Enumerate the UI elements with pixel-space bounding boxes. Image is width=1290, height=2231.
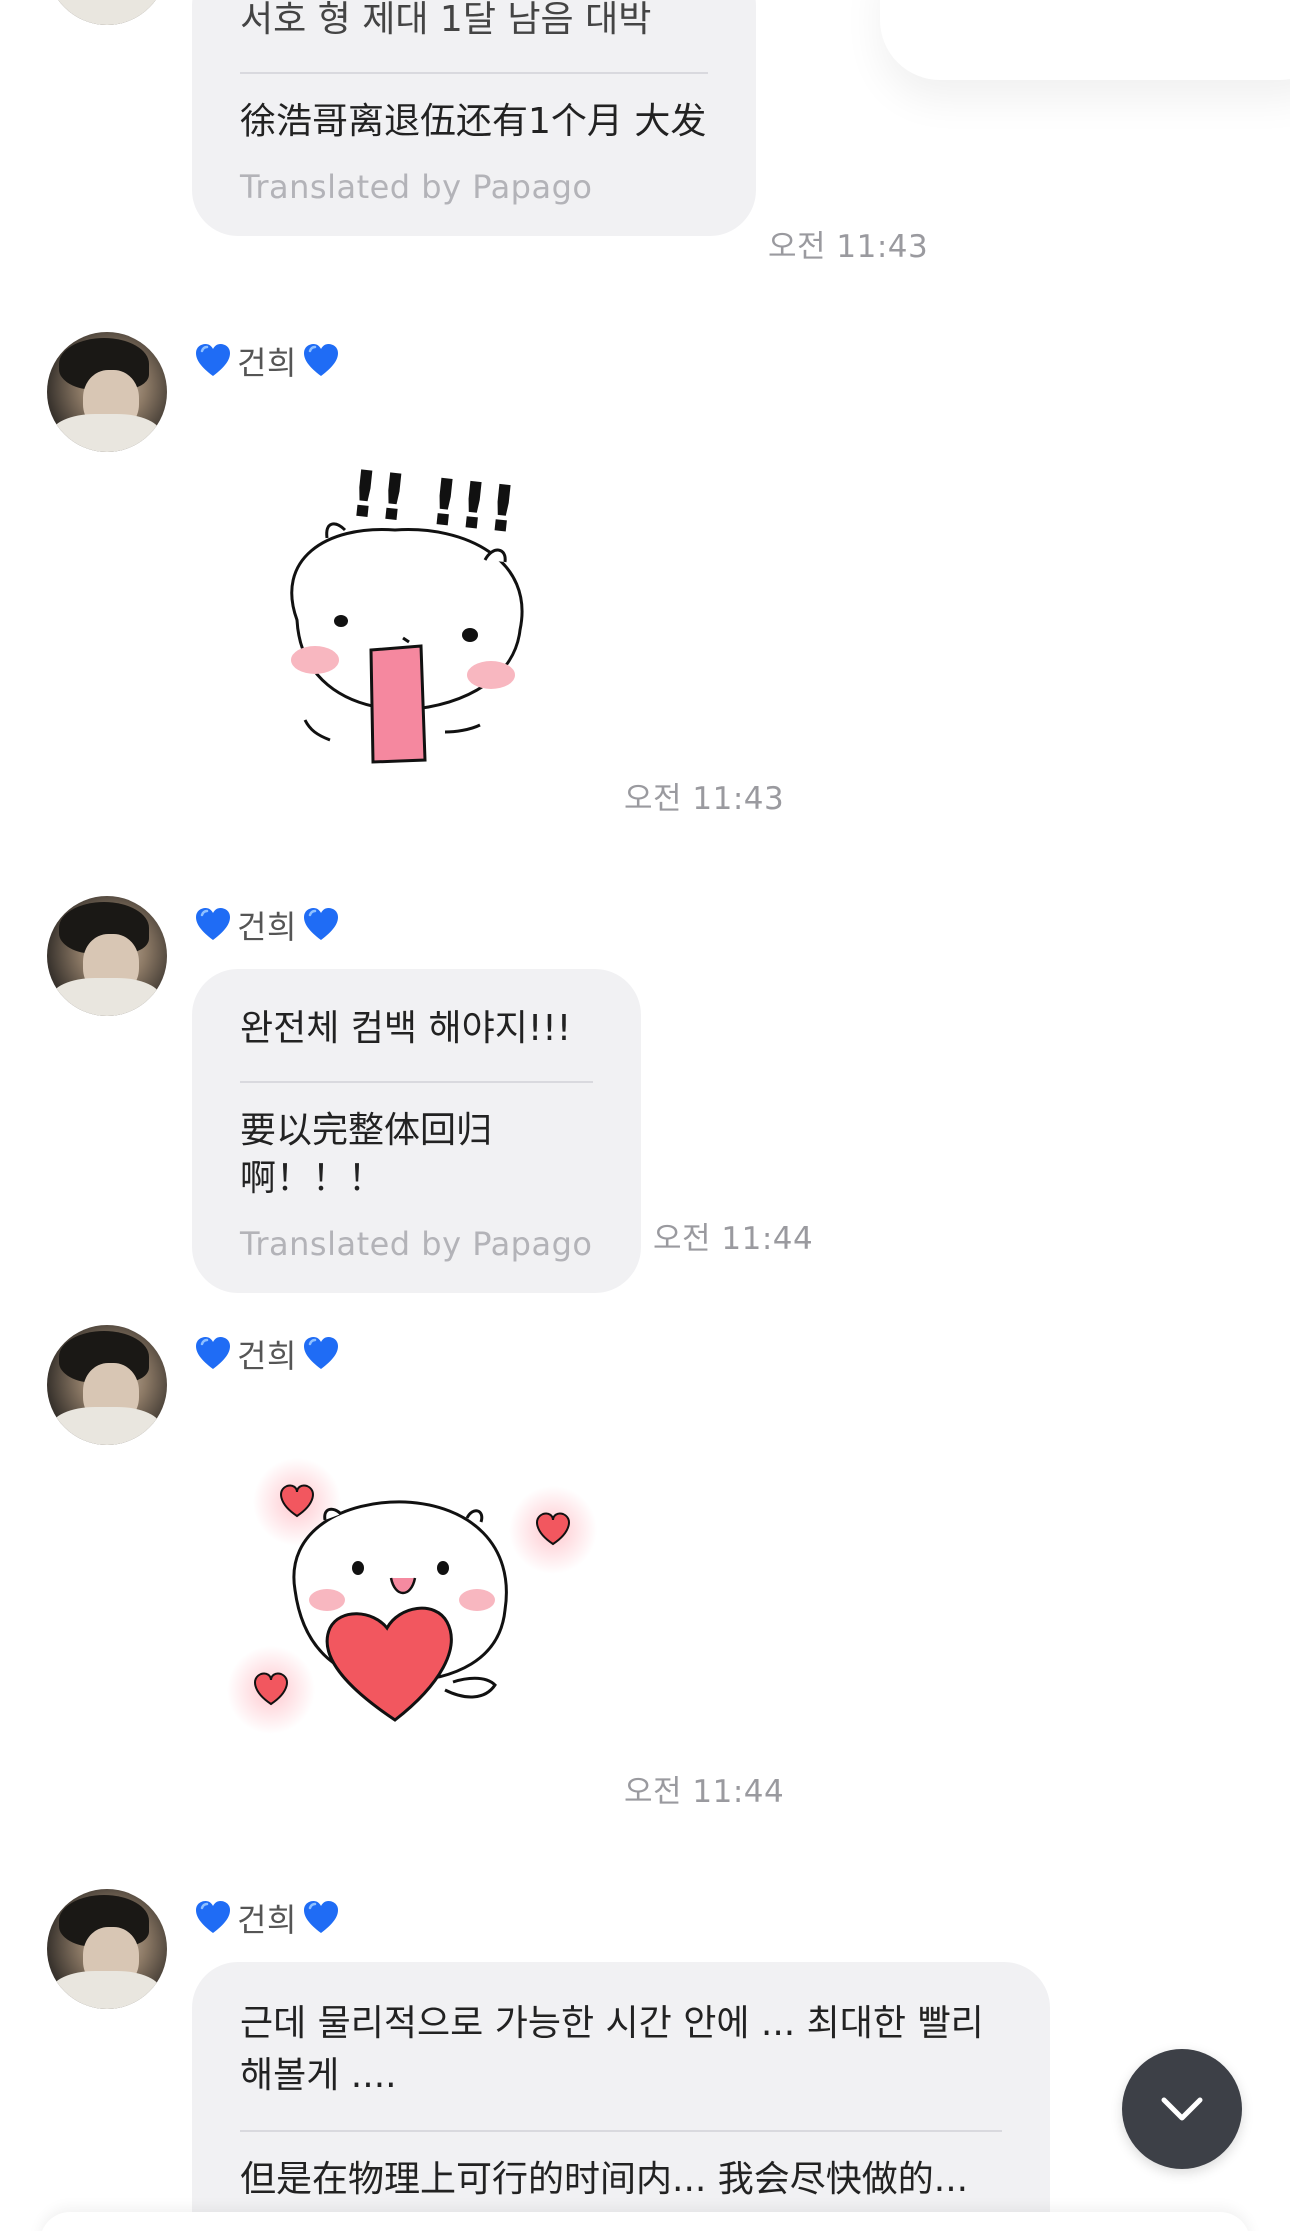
message-bubble[interactable]: 서호 형 제대 1달 남음 대박 徐浩哥离退伍还有1个月 大发 Translat… [192, 0, 756, 236]
blue-heart-icon [196, 1337, 230, 1369]
sender-avatar[interactable] [47, 896, 167, 1016]
top-floating-panel-edge [880, 0, 1290, 80]
translation-divider [240, 2130, 1002, 2132]
blue-heart-icon [303, 1901, 338, 1933]
message-bubble[interactable]: 완전체 컴백 해야지!!! 要以完整体回归啊！！！ Translated by … [192, 969, 641, 1293]
blue-heart-icon [196, 1901, 230, 1933]
message-translation-text: 徐浩哥离退伍还有1个月 大发 [240, 101, 707, 142]
sender-avatar[interactable] [47, 1889, 167, 2009]
scroll-to-bottom-button[interactable] [1122, 2049, 1242, 2169]
sender-avatar[interactable] [47, 332, 167, 452]
blue-heart-icon [303, 1337, 338, 1369]
sender-name: 건희 [237, 1901, 297, 1939]
sender-avatar[interactable] [47, 0, 167, 25]
translation-divider [240, 1081, 593, 1083]
message-bubble[interactable]: 근데 물리적으로 가능한 시간 안에 ... 최대한 빨리 해볼게 .... 但… [192, 1962, 1050, 2231]
message-original-text: 서호 형 제대 1달 남음 대박 [240, 0, 652, 40]
chat-screen: 서호 형 제대 1달 남음 대박 徐浩哥离退伍还有1个月 大发 Translat… [0, 0, 1290, 2231]
sender-name-row: 건희 [193, 1329, 341, 1379]
bottom-panel-edge [40, 2212, 1250, 2231]
message-timestamp: 오전 11:44 [653, 1221, 814, 1257]
message-timestamp: 오전 11:43 [768, 229, 929, 265]
message-translation-text: 但是在物理上可行的时间内... 我会尽快做的... [240, 2159, 969, 2200]
surprised-hamster-sticker[interactable]: !! !!! [255, 430, 555, 770]
blue-heart-icon [303, 908, 338, 940]
sender-name: 건희 [237, 344, 297, 382]
sender-name: 건희 [237, 1337, 297, 1375]
message-translation-text: 要以完整体回归啊！！！ [240, 1110, 493, 1199]
chevron-down-icon [1161, 2097, 1203, 2121]
blue-heart-icon [303, 344, 338, 376]
message-original-text: 근데 물리적으로 가능한 시간 안에 ... 최대한 빨리 해볼게 .... [240, 2003, 984, 2096]
message-original-text: 완전체 컴백 해야지!!! [240, 1008, 572, 1049]
translation-credit: Translated by Papago [240, 1225, 593, 1263]
translation-divider [240, 72, 708, 74]
sender-avatar[interactable] [47, 1325, 167, 1445]
heart-hamster-sticker[interactable] [215, 1450, 615, 1750]
translation-credit: Translated by Papago [240, 168, 593, 206]
sender-name-row: 건희 [193, 900, 341, 950]
sender-name-row: 건희 [193, 336, 341, 386]
message-timestamp: 오전 11:43 [624, 781, 785, 817]
blue-heart-icon [196, 908, 230, 940]
sender-name-row: 건희 [193, 1893, 341, 1943]
message-timestamp: 오전 11:44 [624, 1774, 785, 1810]
sender-name: 건희 [237, 908, 297, 946]
blue-heart-icon [196, 344, 230, 376]
